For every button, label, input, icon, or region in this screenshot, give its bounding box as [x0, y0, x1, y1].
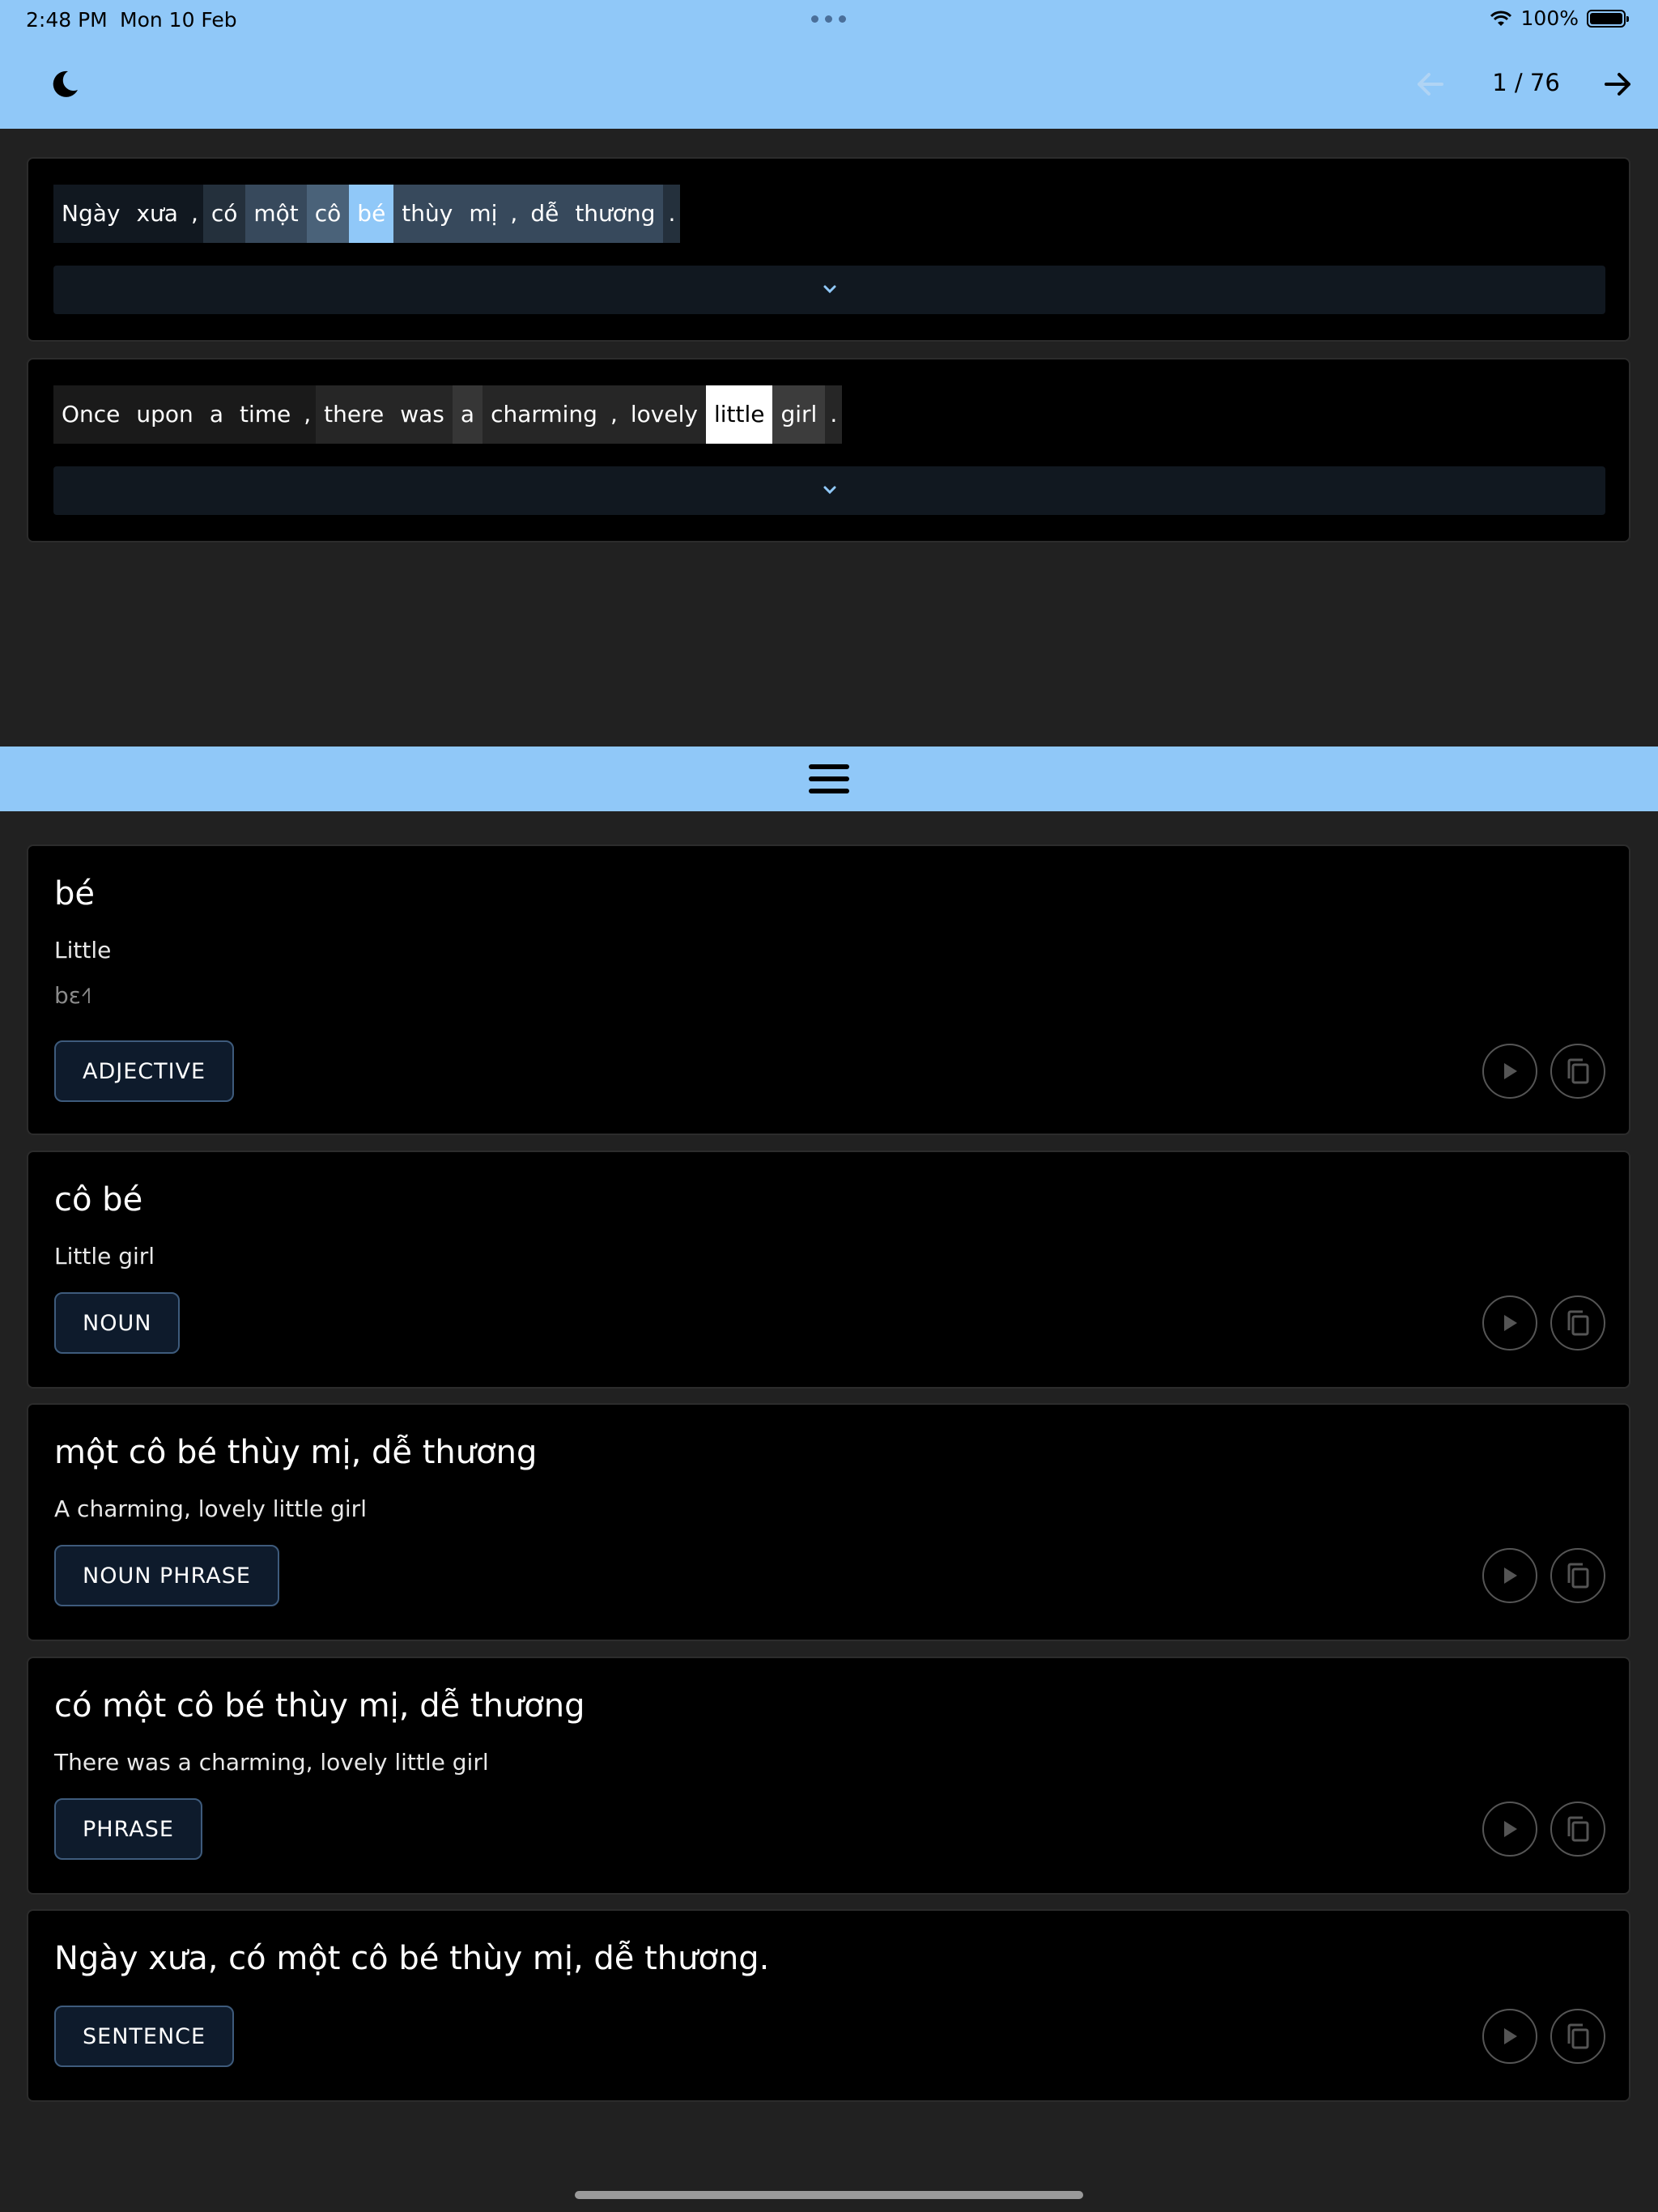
english-sentence-panel: Once upon a time, there was a charming, lovely li…	[27, 358, 1630, 542]
card-definition: A charming, lovely little girl	[54, 1495, 367, 1522]
play-button[interactable]	[1482, 1548, 1537, 1603]
play-icon	[1504, 1063, 1517, 1079]
word-card: cô bé Little girl NOUN	[27, 1151, 1630, 1389]
card-ipa: bɛ˧˥	[54, 982, 92, 1009]
token[interactable]: upon	[128, 385, 202, 444]
token[interactable]: ,	[505, 185, 523, 243]
battery-percent: 100%	[1520, 6, 1579, 30]
token[interactable]: ,	[605, 385, 623, 444]
wifi-icon	[1490, 11, 1511, 26]
multitasking-dots-icon[interactable]	[811, 15, 847, 23]
word-card: có một cô bé thùy mị, dễ thương There wa…	[27, 1657, 1630, 1895]
token[interactable]: thương	[567, 185, 664, 243]
play-icon	[1504, 1821, 1517, 1837]
token[interactable]: girl	[772, 385, 826, 444]
token[interactable]: Once	[53, 385, 129, 444]
chevron-down-icon	[823, 486, 836, 495]
copy-button[interactable]	[1550, 1548, 1605, 1603]
arrow-right-icon[interactable]	[1601, 67, 1635, 101]
play-icon	[1504, 1568, 1517, 1584]
part-of-speech-tag: ADJECTIVE	[54, 1040, 235, 1102]
token[interactable]: bé	[349, 185, 394, 243]
battery-icon	[1587, 9, 1629, 28]
play-button[interactable]	[1482, 1295, 1537, 1351]
token[interactable]: có	[202, 185, 246, 243]
token[interactable]: cô	[306, 185, 350, 243]
copy-button[interactable]	[1550, 2009, 1605, 2064]
card-title: có một cô bé thùy mị, dễ thương	[54, 1687, 585, 1725]
card-title: cô bé	[54, 1181, 143, 1219]
token[interactable]: a	[452, 385, 483, 444]
moon-icon[interactable]	[49, 68, 81, 100]
copy-icon	[1567, 1563, 1589, 1589]
token[interactable]: xưa	[128, 185, 186, 243]
token[interactable]: dễ	[522, 185, 568, 243]
token[interactable]: Ngày	[53, 185, 129, 243]
word-card: Ngày xưa, có một cô bé thùy mị, dễ thươn…	[27, 1909, 1630, 2102]
token[interactable]: was	[392, 385, 453, 444]
card-title: một cô bé thùy mị, dễ thương	[54, 1434, 538, 1471]
expand-english-button[interactable]	[53, 466, 1605, 515]
arrow-left-icon[interactable]	[1413, 67, 1447, 101]
card-title: Ngày xưa, có một cô bé thùy mị, dễ thươn…	[54, 1940, 770, 1977]
part-of-speech-tag: NOUN PHRASE	[54, 1545, 279, 1606]
copy-icon	[1567, 1816, 1589, 1842]
copy-button[interactable]	[1550, 1044, 1605, 1099]
copy-icon	[1567, 1058, 1589, 1084]
card-definition: Little	[54, 937, 112, 963]
home-indicator[interactable]	[575, 2191, 1083, 2199]
word-card: bé Little bɛ˧˥ ADJECTIVE	[27, 844, 1630, 1135]
word-card: một cô bé thùy mị, dễ thương A charming,…	[27, 1403, 1630, 1641]
status-right: 100%	[1489, 6, 1629, 30]
token[interactable]: .	[663, 185, 681, 243]
token[interactable]: little	[705, 385, 773, 444]
play-icon	[1504, 2028, 1517, 2044]
token[interactable]: lovely	[622, 385, 706, 444]
token[interactable]: charming	[483, 385, 606, 444]
play-button[interactable]	[1482, 1802, 1537, 1857]
card-definition: Little girl	[54, 1243, 155, 1270]
token[interactable]: .	[825, 385, 843, 444]
token[interactable]: time	[231, 385, 300, 444]
token[interactable]: a	[201, 385, 232, 444]
token[interactable]: mị	[461, 185, 506, 243]
panel-resize-handle[interactable]	[0, 747, 1658, 811]
part-of-speech-tag: NOUN	[54, 1292, 181, 1354]
copy-button[interactable]	[1550, 1295, 1605, 1351]
copy-button[interactable]	[1550, 1802, 1605, 1857]
part-of-speech-tag: PHRASE	[54, 1798, 202, 1860]
chevron-down-icon	[823, 285, 836, 294]
card-definition: There was a charming, lovely little girl	[54, 1749, 489, 1776]
play-button[interactable]	[1482, 1044, 1537, 1099]
vietnamese-sentence-panel: Ngày xưa, có một cô bé thùy mị, dễ thương.	[27, 157, 1630, 342]
token[interactable]: ,	[299, 385, 317, 444]
status-time: 2:48 PM	[26, 8, 108, 32]
top-bar: 2:48 PM Mon 10 Feb 100% 1 / 76	[0, 0, 1658, 129]
token[interactable]: there	[316, 385, 393, 444]
card-title: bé	[54, 875, 95, 912]
english-token-row: Once upon a time, there was a charming, lovely li…	[53, 385, 843, 444]
page-indicator: 1 / 76	[1492, 69, 1560, 96]
status-date: Mon 10 Feb	[120, 8, 237, 32]
play-icon	[1504, 1315, 1517, 1331]
play-button[interactable]	[1482, 2009, 1537, 2064]
part-of-speech-tag: SENTENCE	[54, 2006, 235, 2067]
expand-vietnamese-button[interactable]	[53, 266, 1605, 314]
token[interactable]: một	[245, 185, 307, 243]
menu-icon	[809, 764, 849, 793]
copy-icon	[1567, 1310, 1589, 1336]
token[interactable]: thùy	[393, 185, 461, 243]
token[interactable]: ,	[185, 185, 203, 243]
vietnamese-token-row: Ngày xưa, có một cô bé thùy mị, dễ thương.	[53, 185, 681, 243]
copy-icon	[1567, 2023, 1589, 2049]
